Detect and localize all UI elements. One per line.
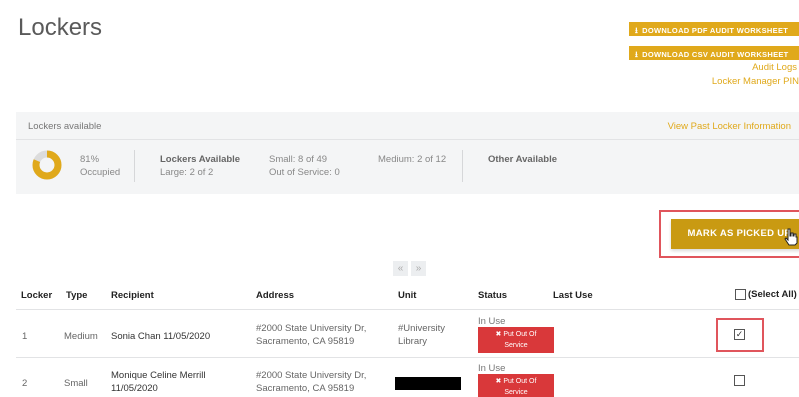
oos-label-1: ✖ Put Out Of xyxy=(495,378,537,385)
col-header-address: Address xyxy=(256,290,295,301)
divider xyxy=(16,357,799,358)
occupied-percent: 81% xyxy=(80,154,100,165)
locker-type: Medium xyxy=(64,331,98,342)
address-line-2: Sacramento, CA 95819 xyxy=(256,383,355,394)
panel-title: Lockers available xyxy=(28,121,102,132)
out-of-service-count: Out of Service: 0 xyxy=(269,167,340,178)
checkbox-highlight xyxy=(716,318,764,352)
col-header-status: Status xyxy=(478,290,508,301)
col-header-recipient: Recipient xyxy=(111,290,154,301)
panel-header: Lockers available View Past Locker Infor… xyxy=(16,112,799,140)
oos-label-2: Service xyxy=(504,342,528,349)
col-header-type: Type xyxy=(66,290,88,301)
lockers-available-heading: Lockers Available xyxy=(160,154,241,165)
view-past-locker-info-link[interactable]: View Past Locker Information xyxy=(668,121,791,132)
download-csv-audit-worksheet-button[interactable]: ⭳ DOWNLOAD CSV AUDIT WORKSHEET xyxy=(629,46,799,60)
small-count: Small: 8 of 49 xyxy=(269,154,328,165)
large-count: Large: 2 of 2 xyxy=(160,167,214,178)
recipient-line-2: 11/05/2020 xyxy=(111,383,158,394)
medium-count: Medium: 2 of 12 xyxy=(378,154,447,165)
col-header-locker: Locker xyxy=(21,290,53,301)
occupied-label: Occupied xyxy=(80,167,121,178)
lockers-available-panel: Lockers available View Past Locker Infor… xyxy=(16,112,799,194)
unit-line-1: #University xyxy=(398,323,445,334)
divider xyxy=(16,309,799,310)
pager-next-button[interactable]: » xyxy=(411,261,426,276)
pager: «» xyxy=(393,258,429,276)
locker-number: 1 xyxy=(22,331,28,342)
pager-prev-button[interactable]: « xyxy=(393,261,408,276)
divider xyxy=(462,150,463,182)
col-header-last-use: Last Use xyxy=(553,290,593,301)
select-all-label: (Select All) xyxy=(748,289,797,300)
recipient: Sonia Chan 11/05/2020 xyxy=(111,331,211,342)
oos-label-2: Service xyxy=(504,389,528,396)
mark-as-picked-up-button[interactable]: MARK AS PICKED UP xyxy=(671,219,799,249)
oos-label-1: ✖ Put Out Of xyxy=(495,331,537,338)
address-line-2: Sacramento, CA 95819 xyxy=(256,336,355,347)
recipient-line-1: Monique Celine Merrill xyxy=(111,370,206,381)
divider xyxy=(134,150,135,182)
select-all-checkbox[interactable] xyxy=(735,289,746,300)
status-text: In Use xyxy=(478,316,506,327)
download-pdf-label: DOWNLOAD PDF AUDIT WORKSHEET xyxy=(642,26,789,35)
download-pdf-audit-worksheet-button[interactable]: ⭳ DOWNLOAD PDF AUDIT WORKSHEET xyxy=(629,22,799,36)
page-title: Lockers xyxy=(18,14,103,41)
other-available-heading: Other Available xyxy=(488,154,557,165)
redacted-unit xyxy=(395,377,461,390)
status-text: In Use xyxy=(478,363,506,374)
download-icon: ⭳ xyxy=(635,50,639,59)
locker-number: 2 xyxy=(22,378,28,389)
address-line-1: #2000 State University Dr, xyxy=(256,323,367,334)
col-header-unit: Unit xyxy=(398,290,417,301)
audit-logs-link[interactable]: Audit Logs xyxy=(752,62,797,73)
unit-line-2: Library xyxy=(398,336,428,347)
put-out-of-service-button[interactable]: ✖ Put Out Of Service xyxy=(478,374,554,397)
download-csv-label: DOWNLOAD CSV AUDIT WORKSHEET xyxy=(642,50,789,59)
mark-picked-up-highlight: MARK AS PICKED UP xyxy=(659,210,799,258)
locker-type: Small xyxy=(64,378,88,389)
address-line-1: #2000 State University Dr, xyxy=(256,370,367,381)
download-icon: ⭳ xyxy=(635,26,639,35)
locker-manager-pin-link[interactable]: Locker Manager PIN xyxy=(712,76,799,87)
hand-cursor-icon xyxy=(784,228,798,246)
row-checkbox[interactable] xyxy=(734,375,745,386)
occupancy-donut-chart xyxy=(32,150,62,180)
put-out-of-service-button[interactable]: ✖ Put Out Of Service xyxy=(478,327,554,353)
